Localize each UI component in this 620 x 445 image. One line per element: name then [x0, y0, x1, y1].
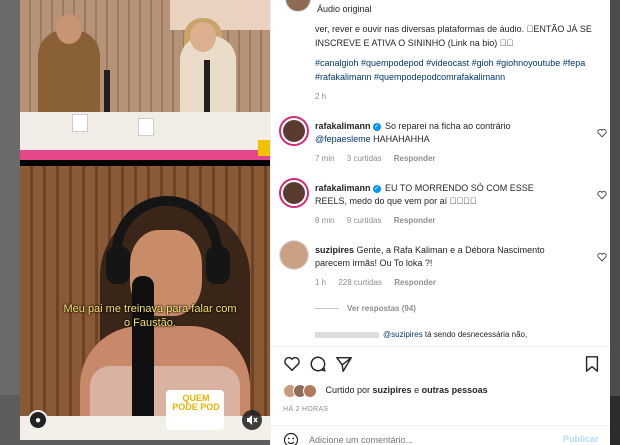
user-icon: ●	[34, 414, 42, 426]
backdrop-right-strip	[610, 0, 620, 445]
desk-pink-edge	[20, 150, 270, 160]
post-caption: ver, rever e ouvir nas diversas platafor…	[315, 24, 592, 48]
comment-text: rafakalimann ✓ So reparei na ficha ao con…	[315, 120, 565, 146]
comment-avatar[interactable]	[279, 116, 309, 146]
shelf	[170, 0, 270, 30]
comment-avatar[interactable]	[279, 178, 309, 208]
mug-left	[72, 114, 88, 132]
comment-likes[interactable]: 228 curtidas	[338, 278, 382, 287]
guest-microphone	[132, 276, 154, 436]
heart-icon[interactable]	[283, 355, 301, 373]
mug-right	[138, 118, 154, 136]
add-comment-row: Publicar	[271, 425, 610, 445]
verified-badge-icon: ✓	[372, 122, 381, 131]
add-comment-input[interactable]	[309, 435, 529, 445]
replies-divider	[315, 308, 339, 310]
comment-meta: 8 min 9 curtidas Responder	[315, 216, 446, 225]
view-replies-label: Ver respostas (94)	[347, 304, 416, 313]
comment-text: rafakalimann ✓ EU TO MORRENDO SÓ COM ESSE…	[315, 182, 565, 208]
verified-badge-icon: ✓	[372, 184, 381, 193]
desk-bottom	[20, 416, 270, 440]
reply-button[interactable]: Responder	[394, 278, 436, 287]
reel-video[interactable]: QUEM PODE POD Meu pai me treinava para f…	[20, 0, 270, 440]
share-icon[interactable]	[335, 355, 353, 373]
comment-meta: 1 h 228 curtidas Responder	[315, 278, 446, 287]
liker-avatar[interactable]	[303, 384, 317, 398]
comments-panel: Áudio original ver, rever e ouvir nas di…	[270, 0, 610, 445]
liked-by-prefix: Curtido por	[325, 385, 373, 396]
comment-time: 8 min	[315, 216, 335, 225]
comment-mention[interactable]: @fepaesleme	[315, 134, 371, 144]
bookmark-icon[interactable]	[583, 355, 601, 373]
audio-label[interactable]: Áudio original	[317, 4, 372, 14]
headphone-right-cup	[206, 246, 230, 284]
post-actions-bar	[271, 346, 610, 380]
reply-text: tá sendo desnecessária não,	[422, 330, 528, 339]
comment-body-tail: HAHAHAHHA	[370, 134, 430, 144]
heart-icon[interactable]	[597, 128, 607, 138]
liked-by-user[interactable]: suzipires	[373, 385, 412, 395]
liked-by-row: Curtido por suzipires e outras pessoas	[283, 384, 488, 398]
liked-by-others[interactable]: outras pessoas	[422, 385, 488, 395]
comment-meta: 7 min 3 curtidas Responder	[315, 154, 446, 163]
video-subtitle: Meu pai me treinava para falar com o Fau…	[63, 303, 237, 329]
emoji-icon[interactable]	[283, 432, 299, 445]
comment-text: suzipires Gente, a Rafa Kaliman e a Débo…	[315, 244, 565, 270]
post-hashtags[interactable]: #canalgioh #quempodepod #videocast #gioh…	[315, 56, 595, 84]
comment-likes[interactable]: 9 curtidas	[347, 216, 382, 225]
liked-by-middle: e	[411, 385, 422, 396]
comment-time: 1 h	[315, 278, 327, 287]
host-left-head	[56, 14, 82, 44]
reply-mention[interactable]: @suzipires	[383, 330, 423, 339]
comment-time: 7 min	[315, 154, 335, 163]
heart-icon[interactable]	[597, 252, 607, 262]
post-author-avatar[interactable]	[285, 0, 311, 12]
reel-author-avatar[interactable]: ●	[28, 410, 48, 430]
show-mug-logo: QUEM PODE POD	[172, 393, 220, 412]
comment-likes[interactable]: 3 curtidas	[347, 154, 382, 163]
reply-username-blurred	[315, 331, 379, 338]
host-right-head	[190, 22, 216, 52]
caption-time: 2 h	[315, 92, 327, 101]
speaker-muted-icon	[247, 415, 258, 425]
liked-by-text: Curtido por suzipires e outras pessoas	[326, 385, 488, 395]
reply-button[interactable]: Responder	[394, 154, 436, 163]
comment-body: So reparei na ficha ao contrário	[382, 121, 511, 131]
comment-username[interactable]: suzipires	[315, 245, 354, 255]
headphone-left-cup	[106, 246, 130, 284]
video-top-frame	[20, 0, 270, 160]
comment-icon[interactable]	[309, 355, 327, 373]
heart-icon[interactable]	[597, 190, 607, 200]
publish-button[interactable]: Publicar	[563, 434, 599, 444]
show-sign	[258, 140, 270, 156]
video-bottom-frame: QUEM PODE POD Meu pai me treinava para f…	[20, 166, 270, 440]
view-replies-button[interactable]: Ver respostas (94)	[315, 304, 416, 313]
comment-username[interactable]: rafakalimann	[315, 183, 371, 193]
mute-button[interactable]	[242, 410, 262, 430]
comment-username[interactable]: rafakalimann	[315, 121, 371, 131]
comment-avatar[interactable]	[279, 240, 309, 270]
reply-button[interactable]: Responder	[394, 216, 436, 225]
reply-preview: @suzipires tá sendo desnecessária não,	[315, 330, 527, 339]
post-timestamp[interactable]: HÁ 2 HORAS	[283, 406, 328, 413]
